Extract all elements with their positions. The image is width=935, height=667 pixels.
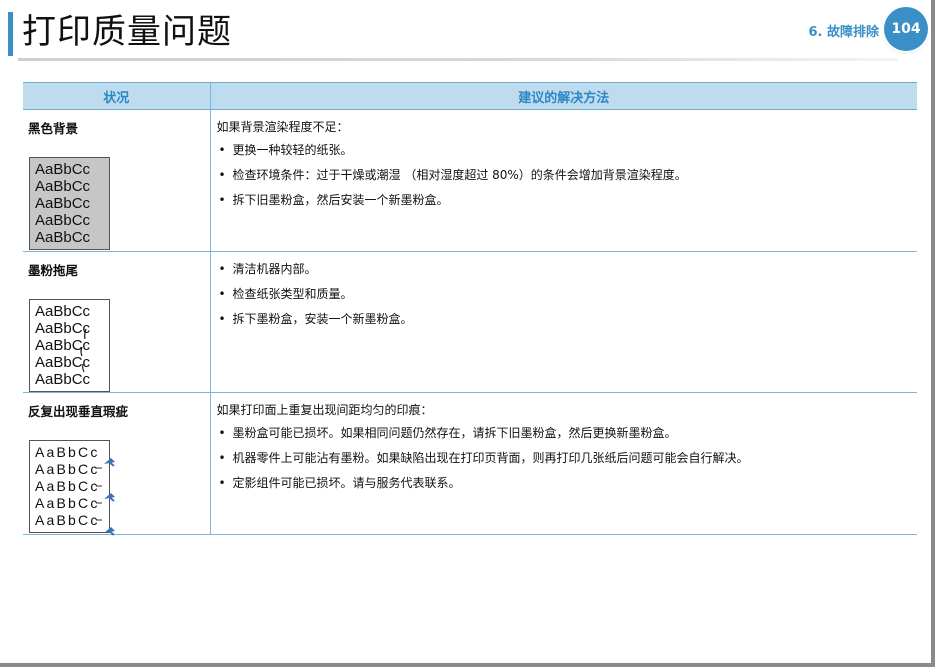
column-header-condition: 状况 xyxy=(23,82,211,110)
solution-item: 检查环境条件：过于干燥或潮湿 （相对湿度超过 80%）的条件会增加背景渲染程度。 xyxy=(217,164,918,187)
sample-line: AaBbCc xyxy=(35,195,91,212)
chapter-label: 6. 故障排除 xyxy=(808,25,879,40)
table-row: 反复出现垂直瑕疵 AaBbCc AaBbCc AaBbCc AaBbCc AaB… xyxy=(23,392,918,536)
condition-cell: 反复出现垂直瑕疵 AaBbCc AaBbCc AaBbCc AaBbCc AaB… xyxy=(23,392,211,536)
page-number-badge: 104 xyxy=(884,7,928,51)
page-title: 打印质量问题 xyxy=(22,12,232,52)
smear-marks xyxy=(80,328,87,373)
solution-item: 定影组件可能已损坏。请与服务代表联系。 xyxy=(217,472,918,495)
solution-list: 墨粉盒可能已损坏。如果相同问题仍然存在，请拆下旧墨粉盒，然后更换新墨粉盒。 机器… xyxy=(217,422,918,495)
solution-list: 更换一种较轻的纸张。 检查环境条件：过于干燥或潮湿 （相对湿度超过 80%）的条… xyxy=(217,139,918,212)
column-header-solution: 建议的解决方法 xyxy=(210,82,917,110)
condition-cell: 墨粉拖尾 AaBbCc AaBbCc AaBbCc AaBbCc AaBbCc xyxy=(23,251,211,393)
defect-arrows xyxy=(96,458,115,536)
solution-item: 机器零件上可能沾有墨粉。如果缺陷出现在打印页背面，则再打印几张纸后问题可能会自行… xyxy=(217,447,918,470)
table-row: 墨粉拖尾 AaBbCc AaBbCc AaBbCc AaBbCc AaBbCc xyxy=(23,251,918,393)
sample-image-black-background: AaBbCc AaBbCc AaBbCc AaBbCc AaBbCc xyxy=(29,157,110,250)
condition-cell: 黑色背景 AaBbCc AaBbCc AaBbCc AaBbCc AaBbCc xyxy=(23,109,211,252)
solution-list: 清洁机器内部。 检查纸张类型和质量。 拆下墨粉盒，安装一个新墨粉盒。 xyxy=(217,258,918,331)
condition-label: 黑色背景 xyxy=(28,121,79,136)
sample-line: AaBbCc xyxy=(35,161,91,178)
solution-intro: 如果打印面上重复出现间距均匀的印痕： xyxy=(216,403,433,417)
condition-label: 墨粉拖尾 xyxy=(28,263,79,278)
sample-line: AaBbCc xyxy=(35,212,91,229)
solution-item: 清洁机器内部。 xyxy=(217,258,918,281)
sample-line: AaBbCc xyxy=(35,229,91,246)
table-header-row: 状况 建议的解决方法 xyxy=(23,82,917,110)
solution-item: 墨粉盒可能已损坏。如果相同问题仍然存在，请拆下旧墨粉盒，然后更换新墨粉盒。 xyxy=(217,422,918,445)
troubleshooting-table: 状况 建议的解决方法 黑色背景 AaBbCc AaBbCc AaBbCc AaB… xyxy=(23,82,918,536)
solution-item: 更换一种较轻的纸张。 xyxy=(217,139,918,162)
solution-cell: 如果背景渲染程度不足： 更换一种较轻的纸张。 检查环境条件：过于干燥或潮湿 （相… xyxy=(210,109,918,252)
solution-item: 检查纸张类型和质量。 xyxy=(217,283,918,306)
solution-cell: 清洁机器内部。 检查纸张类型和质量。 拆下墨粉盒，安装一个新墨粉盒。 xyxy=(210,251,918,393)
title-rule xyxy=(18,58,898,61)
solution-intro: 如果背景渲染程度不足： xyxy=(216,120,349,134)
sample-image-toner-smear: AaBbCc AaBbCc AaBbCc AaBbCc AaBbCc xyxy=(28,299,118,392)
title-accent-bar xyxy=(8,12,13,56)
sample-line: AaBbCc xyxy=(35,178,91,195)
solution-item: 拆下旧墨粉盒，然后安装一个新墨粉盒。 xyxy=(217,189,918,212)
solution-cell: 如果打印面上重复出现间距均匀的印痕： 墨粉盒可能已损坏。如果相同问题仍然存在，请… xyxy=(210,392,918,535)
table-row: 黑色背景 AaBbCc AaBbCc AaBbCc AaBbCc AaBbCc … xyxy=(23,109,918,252)
sample-image-vertical-defects: AaBbCc AaBbCc AaBbCc AaBbCc AaBbCc xyxy=(28,440,118,536)
solution-item: 拆下墨粉盒，安装一个新墨粉盒。 xyxy=(217,308,918,331)
